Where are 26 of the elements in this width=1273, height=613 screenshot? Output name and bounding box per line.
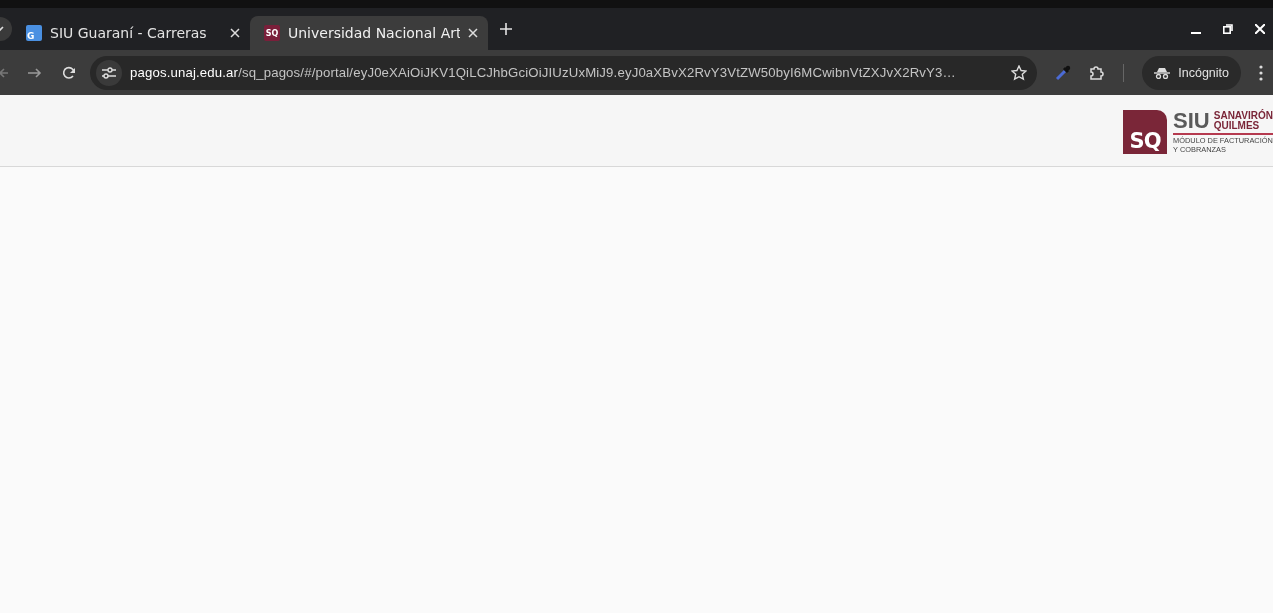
logo-brand: SIU	[1173, 110, 1210, 132]
puzzle-icon[interactable]	[1089, 64, 1106, 81]
plus-icon[interactable]	[500, 23, 512, 35]
forward-arrow-icon[interactable]	[28, 65, 42, 80]
back-arrow-icon[interactable]	[0, 65, 8, 80]
more-menu-icon[interactable]	[1259, 64, 1263, 81]
logo-name: SANAVIRÓN	[1213, 111, 1273, 121]
tab-search-caret-icon[interactable]	[0, 17, 12, 41]
favicon-icon: G	[26, 25, 42, 41]
close-icon[interactable]	[230, 28, 240, 38]
close-icon[interactable]	[468, 28, 478, 38]
address-bar[interactable]: pagos.unaj.edu.ar/sq_pagos/#/portal/eyJ0eXAiOiJKV1QiLCJhbGciOiJIUzUxMiJ9.eyJ0aXBvX2RvY3VtZW50byI6MCwibnVtZXJvX2RvY3…	[90, 55, 1038, 90]
incognito-button[interactable]: Incógnito	[1142, 55, 1241, 90]
logo-mark: SQ	[1123, 110, 1168, 154]
incognito-icon	[1154, 66, 1171, 79]
restore-icon[interactable]	[1223, 24, 1233, 34]
reload-icon[interactable]	[62, 65, 76, 80]
favicon-icon: SQ	[264, 25, 280, 41]
url-path: /sq_pagos/#/portal/eyJ0eXAiOiJKV1QiLCJhbGciOiJIUzUxMiJ9.eyJ0aXBvX2RvY3VtZW50byI6MCwibnVtZXJvX2RvY3…	[238, 65, 956, 80]
browser-tab[interactable]: G SIU Guaraní - Carreras	[12, 16, 250, 50]
star-icon[interactable]	[1011, 64, 1028, 81]
url-host: pagos.unaj.edu.ar	[130, 65, 239, 80]
eyedropper-icon[interactable]	[1055, 64, 1072, 81]
tab-title: SIU Guaraní - Carreras	[50, 25, 208, 41]
site-settings-icon[interactable]	[102, 66, 116, 79]
logo-name: QUILMES	[1213, 121, 1261, 131]
